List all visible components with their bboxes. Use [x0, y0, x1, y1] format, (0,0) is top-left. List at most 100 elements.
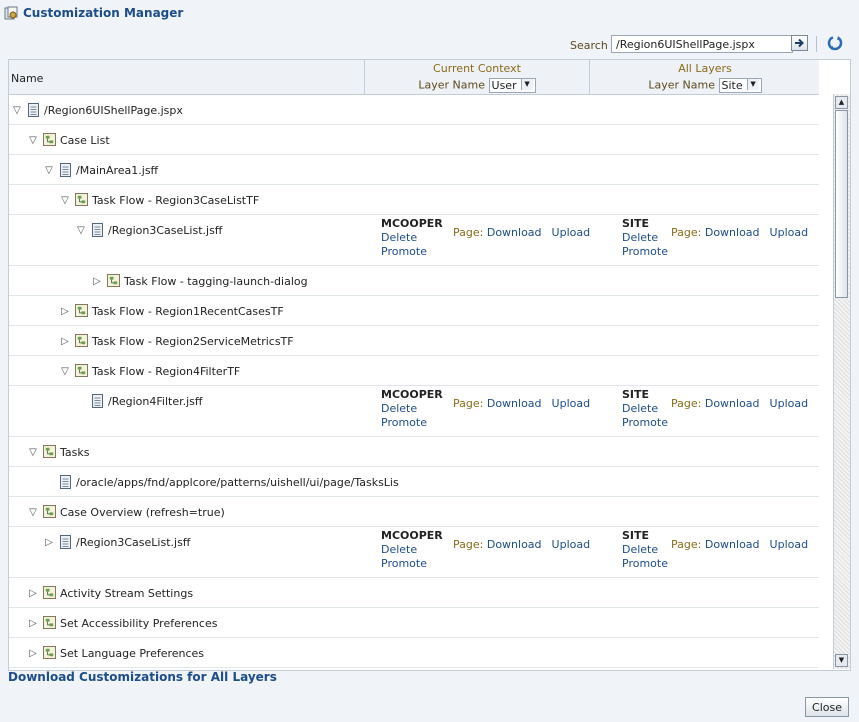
taskflow-icon: [75, 304, 88, 318]
tree-node[interactable]: ▷ Task Flow - tagging-launch-dialog: [91, 274, 308, 288]
tree-node-label[interactable]: Task Flow - Region4FilterTF: [92, 365, 240, 378]
expand-triangle-icon[interactable]: ▷: [59, 336, 71, 347]
tree-node[interactable]: ▷ Task Flow - Region1RecentCasesTF: [59, 304, 284, 318]
tree-node[interactable]: ▽ Case Overview (refresh=true): [27, 505, 225, 519]
collapse-triangle-icon[interactable]: ▽: [11, 105, 23, 116]
search-input[interactable]: [611, 35, 793, 53]
promote-link[interactable]: Promote: [381, 416, 443, 430]
collapse-triangle-icon[interactable]: ▽: [75, 225, 87, 236]
tree-node-label[interactable]: /Region3CaseList.jsff: [76, 536, 190, 549]
promote-link[interactable]: Promote: [622, 245, 668, 259]
tree-node[interactable]: ▷ Activity Stream Settings: [27, 586, 193, 600]
tree-node[interactable]: ▽ /MainArea1.jsff: [43, 163, 158, 177]
collapse-triangle-icon[interactable]: ▽: [43, 165, 55, 176]
taskflow-icon: [75, 193, 88, 207]
tree-node-label[interactable]: Tasks: [60, 446, 89, 459]
collapse-triangle-icon[interactable]: ▽: [27, 447, 39, 458]
toolbar-separator: [816, 36, 817, 52]
upload-link[interactable]: Upload: [552, 538, 591, 551]
upload-link[interactable]: Upload: [770, 397, 809, 410]
delete-link[interactable]: Delete: [381, 231, 443, 245]
delete-link[interactable]: Delete: [622, 402, 668, 416]
tree-node[interactable]: ▷ Set Accessibility Preferences: [27, 616, 217, 630]
title-bar: Customization Manager: [0, 0, 859, 28]
scroll-up-icon[interactable]: ▲: [835, 96, 848, 109]
download-link[interactable]: Download: [487, 538, 542, 551]
tree-node[interactable]: /Region4Filter.jsff: [75, 394, 202, 408]
scroll-down-icon[interactable]: ▼: [835, 654, 848, 667]
tree-node-label[interactable]: Set Language Preferences: [60, 647, 204, 660]
delete-link[interactable]: Delete: [381, 402, 443, 416]
tree-node[interactable]: ▷ Task Flow - Region2ServiceMetricsTF: [59, 334, 294, 348]
page-label: Page:: [453, 538, 484, 551]
expand-triangle-icon[interactable]: ▷: [91, 276, 103, 287]
expand-triangle-icon[interactable]: ▷: [27, 588, 39, 599]
chevron-down-icon: ▼: [746, 79, 759, 90]
tree-node-label[interactable]: Case List: [60, 134, 110, 147]
site-layer-cell: SITE Delete Promote: [622, 217, 668, 259]
upload-link[interactable]: Upload: [770, 226, 809, 239]
delete-link[interactable]: Delete: [622, 231, 668, 245]
tree-node[interactable]: ▽ /Region6UIShellPage.jspx: [11, 103, 183, 117]
expand-triangle-icon[interactable]: ▷: [43, 537, 55, 548]
current-context-layer-select[interactable]: User ▼: [488, 78, 536, 93]
refresh-icon[interactable]: [826, 34, 844, 52]
tree-node-label[interactable]: /Region3CaseList.jsff: [108, 224, 222, 237]
all-layers-layer-label: Layer Name: [648, 78, 715, 92]
tree-node-label[interactable]: /Region6UIShellPage.jspx: [44, 104, 183, 117]
upload-link[interactable]: Upload: [770, 538, 809, 551]
tree-node-label[interactable]: Task Flow - Region1RecentCasesTF: [92, 305, 284, 318]
page-icon: [91, 394, 104, 408]
tree-node-label[interactable]: /MainArea1.jsff: [76, 164, 158, 177]
expand-triangle-icon[interactable]: ▷: [27, 648, 39, 659]
tree-node-label[interactable]: Set Accessibility Preferences: [60, 617, 217, 630]
tree-node[interactable]: ▽ Tasks: [27, 445, 89, 459]
collapse-triangle-icon[interactable]: ▽: [27, 507, 39, 518]
page-icon: [91, 223, 104, 237]
all-layers-layer-select[interactable]: Site ▼: [718, 78, 762, 93]
tree-node-label[interactable]: Task Flow - Region3CaseListTF: [92, 194, 259, 207]
download-link[interactable]: Download: [487, 226, 542, 239]
tree-node[interactable]: ▽ Task Flow - Region4FilterTF: [59, 364, 240, 378]
user-layer-cell: MCOOPER Delete Promote: [381, 217, 443, 259]
tree-node-label[interactable]: /Region4Filter.jsff: [108, 395, 202, 408]
promote-link[interactable]: Promote: [622, 557, 668, 571]
tree-node[interactable]: ▷ /Region3CaseList.jsff: [43, 535, 190, 549]
tree-node-label[interactable]: Task Flow - tagging-launch-dialog: [124, 275, 308, 288]
promote-link[interactable]: Promote: [622, 416, 668, 430]
page-label: Page:: [671, 226, 702, 239]
tree-node[interactable]: ▽ Case List: [27, 133, 110, 147]
collapse-triangle-icon[interactable]: ▽: [27, 135, 39, 146]
expand-triangle-icon[interactable]: ▷: [59, 306, 71, 317]
download-link[interactable]: Download: [487, 397, 542, 410]
search-go-button[interactable]: [791, 35, 808, 51]
download-link[interactable]: Download: [705, 226, 760, 239]
promote-link[interactable]: Promote: [381, 557, 443, 571]
taskflow-icon: [107, 274, 120, 288]
tree-node[interactable]: ▽ /Region3CaseList.jsff: [75, 223, 222, 237]
upload-link[interactable]: Upload: [552, 397, 591, 410]
delete-link[interactable]: Delete: [622, 543, 668, 557]
tree-node-label[interactable]: Task Flow - Region2ServiceMetricsTF: [92, 335, 294, 348]
download-all-layers-link[interactable]: Download Customizations for All Layers: [8, 670, 277, 684]
tree-node-label[interactable]: Case Overview (refresh=true): [60, 506, 225, 519]
tree-node[interactable]: /oracle/apps/fnd/applcore/patterns/uishe…: [43, 475, 399, 489]
tree-node-label[interactable]: /oracle/apps/fnd/applcore/patterns/uishe…: [76, 476, 399, 489]
upload-link[interactable]: Upload: [552, 226, 591, 239]
collapse-triangle-icon[interactable]: ▽: [59, 195, 71, 206]
download-link[interactable]: Download: [705, 397, 760, 410]
vertical-scrollbar[interactable]: ▲ ▼: [833, 94, 850, 669]
promote-link[interactable]: Promote: [381, 245, 443, 259]
expand-triangle-icon[interactable]: ▷: [27, 618, 39, 629]
tree-node[interactable]: ▽ Task Flow - Region3CaseListTF: [59, 193, 259, 207]
taskflow-icon: [75, 334, 88, 348]
delete-link[interactable]: Delete: [381, 543, 443, 557]
scrollbar-thumb[interactable]: [835, 110, 848, 298]
download-link[interactable]: Download: [705, 538, 760, 551]
collapse-triangle-icon[interactable]: ▽: [59, 366, 71, 377]
tree-node[interactable]: ▷ Set Language Preferences: [27, 646, 204, 660]
tree-row: ▽ Task Flow - Region3CaseListTF: [9, 185, 819, 215]
tree-node-label[interactable]: Activity Stream Settings: [60, 587, 193, 600]
taskflow-icon: [43, 586, 56, 600]
close-button[interactable]: Close: [805, 697, 849, 717]
